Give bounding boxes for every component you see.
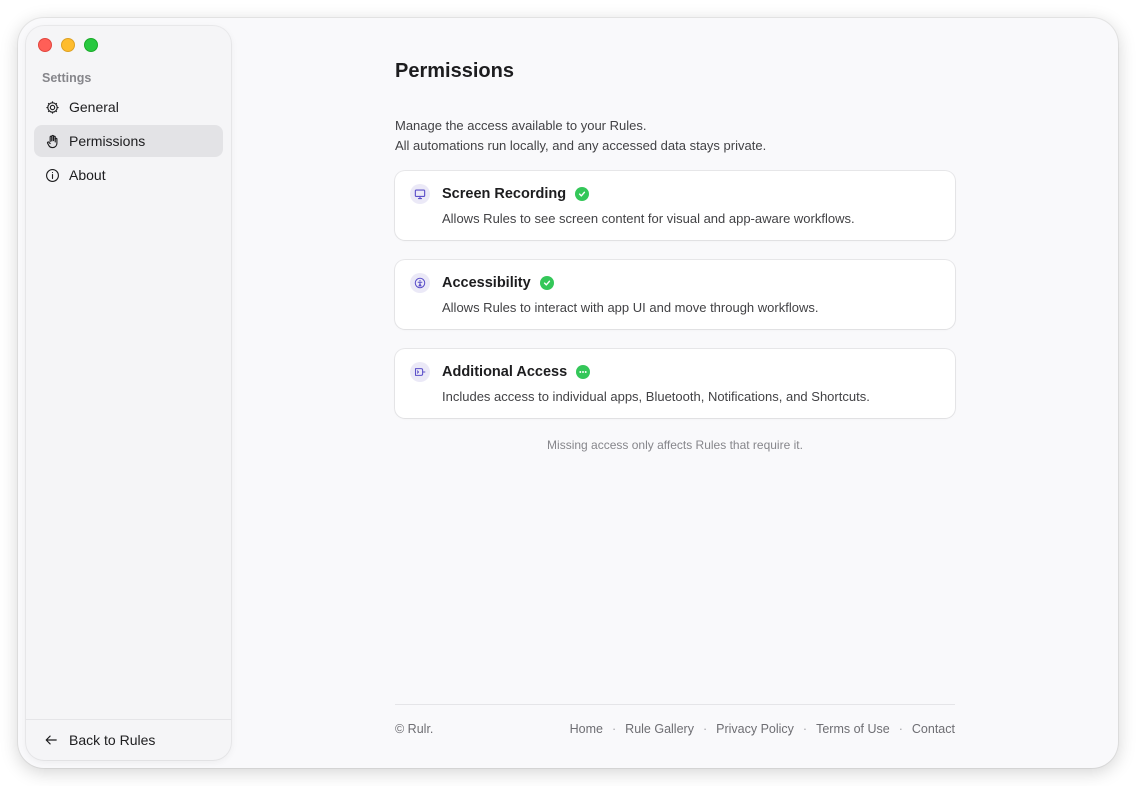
copyright-text: © Rulr. <box>395 722 434 736</box>
sidebar-item-general[interactable]: General <box>34 91 223 123</box>
permission-card-screen-recording[interactable]: Screen Recording Allows Rules to see scr… <box>395 171 955 240</box>
granted-check-icon <box>539 276 554 290</box>
display-icon <box>410 184 430 204</box>
sidebar-section-label: Settings <box>42 71 92 85</box>
close-window-button[interactable] <box>38 38 52 52</box>
more-ellipsis-icon <box>576 365 591 379</box>
description-line: Manage the access available to your Rule… <box>395 118 647 133</box>
footer-link-contact[interactable]: Contact <box>912 722 955 736</box>
footer-separator: · <box>612 722 617 736</box>
description-line: All automations run locally, and any acc… <box>395 138 767 153</box>
accessibility-icon <box>410 273 430 293</box>
permission-description: Includes access to individual apps, Blue… <box>442 389 870 404</box>
zoom-window-button[interactable] <box>84 38 98 52</box>
connector-icon <box>410 362 430 382</box>
minimize-window-button[interactable] <box>61 38 75 52</box>
settings-window: Settings General Permissions About Back … <box>18 18 1118 768</box>
permission-title-text: Additional Access <box>442 364 568 380</box>
permission-title: Accessibility <box>442 275 554 291</box>
granted-check-icon <box>575 187 590 201</box>
sidebar-item-label: Permissions <box>69 133 146 149</box>
permission-title-text: Accessibility <box>442 275 531 291</box>
back-to-rules-button[interactable]: Back to Rules <box>44 732 155 748</box>
sidebar-footer: Back to Rules <box>26 719 231 760</box>
sidebar-item-permissions[interactable]: Permissions <box>34 125 223 157</box>
permission-description: Allows Rules to interact with app UI and… <box>442 300 819 315</box>
window-controls <box>38 38 98 52</box>
arrow-left-icon <box>44 732 60 748</box>
footer-separator: · <box>802 722 808 736</box>
footer-link-terms-of-use[interactable]: Terms of Use <box>816 722 890 736</box>
info-icon <box>44 167 60 183</box>
sidebar-item-about[interactable]: About <box>34 159 223 191</box>
page-footer: © Rulr. Home · Rule Gallery · Privacy Po… <box>395 704 955 736</box>
page-title: Permissions <box>395 60 514 82</box>
main-content: Permissions Manage the access available … <box>395 18 955 768</box>
gear-icon <box>44 99 60 115</box>
footer-link-privacy-policy[interactable]: Privacy Policy <box>716 722 794 736</box>
permission-title: Additional Access <box>442 364 591 380</box>
permission-title: Screen Recording <box>442 186 590 202</box>
sidebar-item-label: About <box>69 167 106 183</box>
sidebar: Settings General Permissions About Back … <box>26 26 231 760</box>
sidebar-item-label: General <box>69 99 119 115</box>
hand-icon <box>44 133 60 149</box>
footer-separator: · <box>898 722 903 736</box>
permission-title-text: Screen Recording <box>442 186 567 202</box>
access-note: Missing access only affects Rules that r… <box>547 438 803 452</box>
sidebar-nav: General Permissions About <box>34 91 223 193</box>
footer-link-home[interactable]: Home <box>570 722 603 736</box>
footer-separator: · <box>702 722 708 736</box>
footer-links: Home · Rule Gallery · Privacy Policy · T… <box>570 722 955 736</box>
back-to-rules-label: Back to Rules <box>69 732 156 748</box>
permission-card-accessibility[interactable]: Accessibility Allows Rules to interact w… <box>395 260 955 329</box>
footer-link-rule-gallery[interactable]: Rule Gallery <box>625 722 694 736</box>
permission-card-additional-access[interactable]: Additional Access Includes access to ind… <box>395 349 955 418</box>
page-description: Manage the access available to your Rule… <box>395 116 766 156</box>
permission-cards: Screen Recording Allows Rules to see scr… <box>395 171 955 438</box>
permission-description: Allows Rules to see screen content for v… <box>442 211 855 226</box>
